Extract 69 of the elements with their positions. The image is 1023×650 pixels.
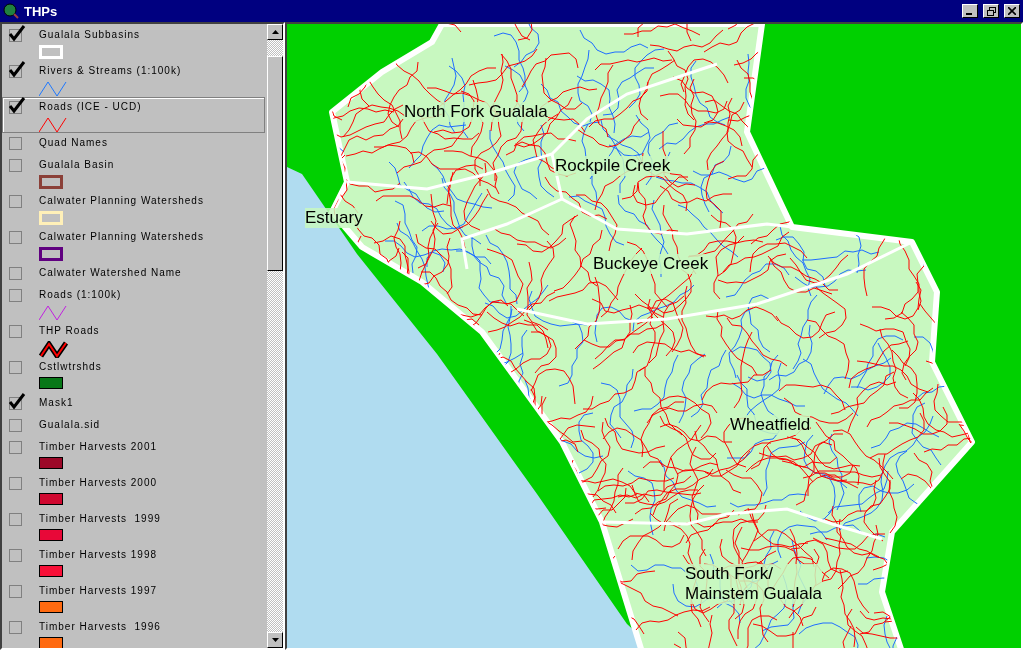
layer-checkbox[interactable] bbox=[9, 159, 22, 172]
legend-item[interactable]: Quad Names bbox=[2, 133, 265, 155]
restore-icon bbox=[986, 6, 996, 16]
legend-item[interactable]: Timber Harvests 2000 bbox=[2, 473, 265, 509]
layer-name: THP Roads bbox=[39, 324, 101, 338]
layer-checkbox[interactable] bbox=[9, 195, 22, 208]
layer-name: Mask1 bbox=[39, 396, 75, 410]
legend-item[interactable]: Calwater Planning Watersheds bbox=[2, 227, 265, 263]
close-icon bbox=[1008, 7, 1016, 15]
layer-name: Timber Harvests 1999 bbox=[39, 512, 162, 526]
watershed-label: Rockpile Creek bbox=[555, 156, 671, 176]
layer-checkbox[interactable] bbox=[9, 361, 22, 374]
legend-item[interactable]: Timber Harvests 2001 bbox=[2, 437, 265, 473]
layer-checkbox[interactable] bbox=[9, 289, 22, 302]
layer-name: Cstlwtrshds bbox=[39, 360, 103, 374]
layer-name: Roads (ICE - UCD) bbox=[39, 100, 143, 114]
layer-checkbox[interactable] bbox=[9, 513, 22, 526]
scroll-thumb[interactable] bbox=[267, 56, 283, 271]
layer-name: Calwater Planning Watersheds bbox=[39, 230, 205, 244]
watershed-label: Wheatfield bbox=[730, 415, 811, 435]
legend-item[interactable]: Roads (1:100k) bbox=[2, 285, 265, 321]
layer-checkbox[interactable] bbox=[9, 137, 22, 150]
layer-checkbox[interactable] bbox=[9, 419, 22, 432]
layer-checkbox[interactable] bbox=[9, 325, 22, 338]
close-button[interactable] bbox=[1004, 4, 1020, 18]
watershed-label: South Fork/ Mainstem Gualala bbox=[685, 564, 822, 604]
layer-name: Timber Harvests 1997 bbox=[39, 584, 158, 598]
watershed-label: Estuary bbox=[305, 208, 363, 228]
watershed-label: Buckeye Creek bbox=[593, 254, 709, 274]
layer-checkbox[interactable] bbox=[9, 441, 22, 454]
layer-name: Gualala Basin bbox=[39, 158, 116, 172]
layer-name: Timber Harvests 1996 bbox=[39, 620, 162, 634]
legend-item[interactable]: THP Roads bbox=[2, 321, 265, 357]
legend-item[interactable]: Gualala.sid bbox=[2, 415, 265, 437]
scroll-up-button[interactable] bbox=[267, 24, 283, 40]
layer-checkbox[interactable] bbox=[9, 585, 22, 598]
legend-item[interactable]: Timber Harvests 1999 bbox=[2, 509, 265, 545]
layer-name: Gualala Subbasins bbox=[39, 28, 141, 42]
down-arrow-icon bbox=[271, 638, 279, 642]
layer-name: Timber Harvests 2000 bbox=[39, 476, 158, 490]
layer-name: Timber Harvests 2001 bbox=[39, 440, 158, 454]
map-view[interactable]: North Fork Gualala Rockpile Creek Estuary Buckeye Creek Wheatfield South Fork/ Mainstem Gualala bbox=[285, 22, 1023, 650]
scroll-down-button[interactable] bbox=[267, 632, 283, 648]
legend-item[interactable]: Timber Harvests 1996 bbox=[2, 617, 265, 648]
watershed-label: North Fork Gualala bbox=[404, 102, 548, 122]
legend-item[interactable]: Calwater Planning Watersheds bbox=[2, 191, 265, 227]
window-title: THPs bbox=[24, 3, 59, 19]
legend-item[interactable]: Timber Harvests 1998 bbox=[2, 545, 265, 581]
layer-name: Calwater Watershed Name bbox=[39, 266, 183, 280]
legend-item[interactable]: Gualala Basin bbox=[2, 155, 265, 191]
legend-item[interactable]: Timber Harvests 1997 bbox=[2, 581, 265, 617]
layer-name: Gualala.sid bbox=[39, 418, 102, 432]
minimize-button[interactable] bbox=[962, 4, 978, 18]
layer-name: Timber Harvests 1998 bbox=[39, 548, 158, 562]
layer-name: Roads (1:100k) bbox=[39, 288, 123, 302]
layer-name: Rivers & Streams (1:100k) bbox=[39, 64, 183, 78]
restore-button[interactable] bbox=[983, 4, 999, 18]
scrollbar[interactable] bbox=[267, 24, 283, 648]
layer-checkbox[interactable] bbox=[9, 267, 22, 280]
up-arrow-icon bbox=[271, 30, 279, 34]
layer-name: Quad Names bbox=[39, 136, 109, 150]
legend-item[interactable]: Calwater Watershed Name bbox=[2, 263, 265, 285]
layer-checkbox[interactable] bbox=[9, 477, 22, 490]
layer-checkbox[interactable] bbox=[9, 231, 22, 244]
layer-checkbox[interactable] bbox=[9, 621, 22, 634]
line-symbol-icon bbox=[39, 341, 69, 358]
layer-name: Calwater Planning Watersheds bbox=[39, 194, 205, 208]
layer-checkbox[interactable] bbox=[9, 549, 22, 562]
legend-item[interactable]: Cstlwtrshds bbox=[2, 357, 265, 393]
